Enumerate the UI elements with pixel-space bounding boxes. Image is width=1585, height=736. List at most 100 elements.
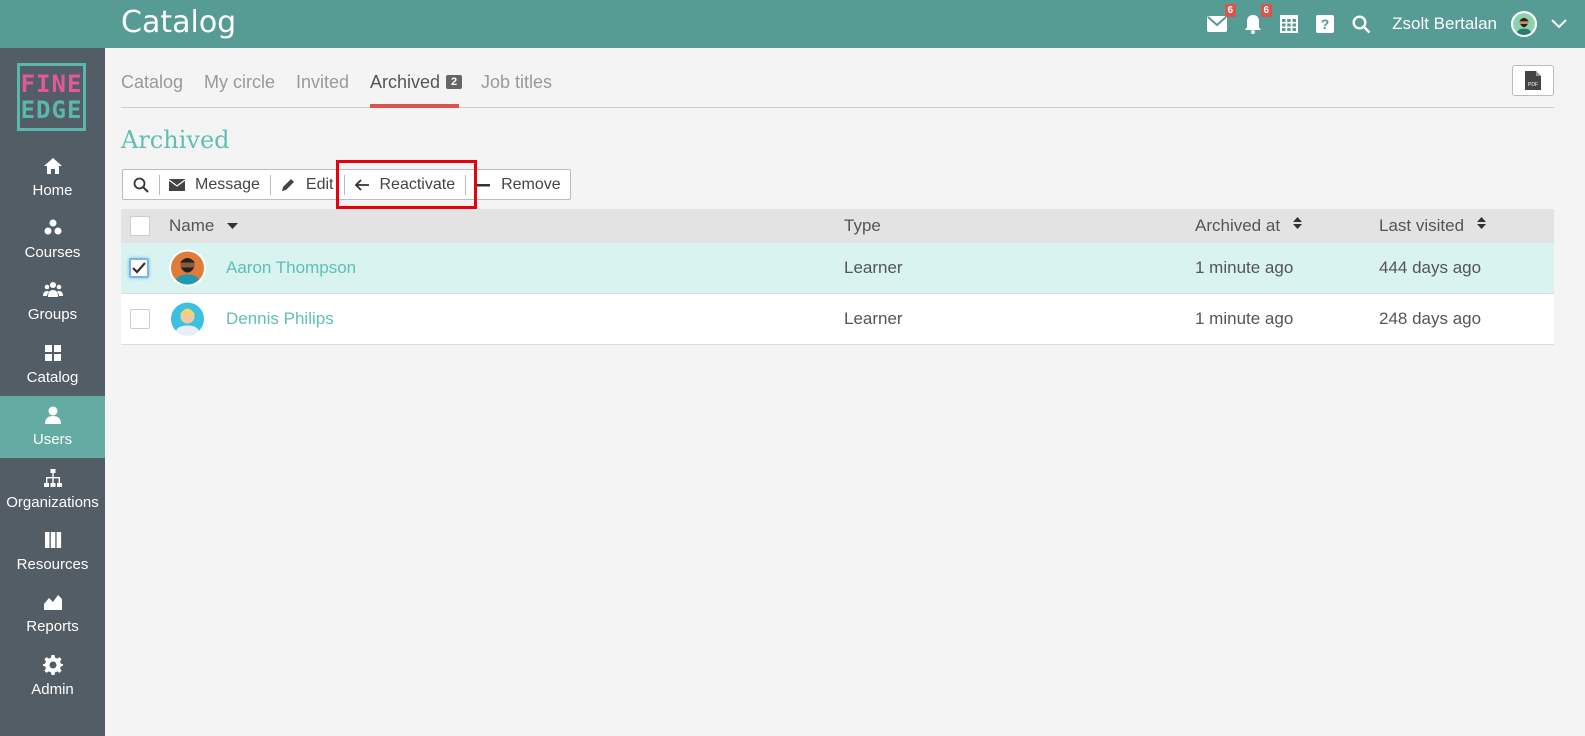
messages-button[interactable]: 6: [1206, 4, 1237, 35]
reactivate-button[interactable]: Reactivate: [343, 170, 466, 199]
sidebar-item-label: Courses: [24, 244, 81, 262]
action-toolbar: Message Edit Reactivate Remove: [122, 169, 571, 200]
archived-count-badge: 2: [446, 75, 463, 89]
top-bar: Catalog 6 6 ? Zsolt Bertalan: [0, 0, 1585, 48]
caret-down-icon: [227, 223, 239, 229]
last-visited: 444 days ago: [1379, 258, 1482, 277]
sort-icon: [1476, 217, 1486, 229]
chevron-down-icon[interactable]: [1551, 19, 1567, 29]
sort-icon: [1292, 217, 1302, 229]
calendar-icon: [1280, 15, 1299, 33]
tab-my-circle[interactable]: My circle: [204, 72, 275, 93]
table-row[interactable]: Aaron Thompson Learner 1 minute ago 444 …: [121, 243, 1554, 294]
column-header-archived-at[interactable]: Archived at: [1195, 216, 1302, 236]
tab-bar: Catalog My circle Invited Archived 2 Job …: [121, 56, 1554, 108]
bell-icon: [1245, 15, 1262, 34]
remove-button[interactable]: Remove: [465, 170, 571, 199]
sidebar-item-label: Catalog: [26, 368, 79, 386]
sidebar-item-organizations[interactable]: Organizations: [0, 458, 105, 520]
row-checkbox[interactable]: [129, 258, 149, 278]
user-type: Learner: [844, 309, 903, 328]
search-button[interactable]: [123, 170, 159, 199]
sidebar-item-admin[interactable]: Admin: [0, 645, 105, 707]
app-title: Catalog: [121, 5, 237, 40]
page-title: Archived: [121, 126, 230, 154]
help-button[interactable]: ?: [1314, 13, 1336, 35]
column-last-visited-label: Last visited: [1379, 216, 1465, 235]
pdf-file-icon: PDF: [1525, 71, 1541, 90]
sidebar-item-reports[interactable]: Reports: [0, 583, 105, 645]
sidebar-item-label: Resources: [16, 556, 89, 574]
last-visited: 248 days ago: [1379, 309, 1482, 328]
envelope-icon: [169, 178, 185, 191]
organizations-icon: [43, 468, 62, 487]
column-header-type[interactable]: Type: [844, 216, 881, 236]
reactivate-label: Reactivate: [379, 175, 456, 193]
svg-text:?: ?: [1321, 16, 1330, 32]
sidebar-item-users[interactable]: Users: [0, 395, 105, 458]
reports-icon: [43, 595, 62, 611]
sidebar-item-courses[interactable]: Courses: [0, 208, 105, 270]
courses-icon: [44, 219, 61, 235]
sidebar-item-resources[interactable]: Resources: [0, 520, 105, 582]
column-header-last-visited[interactable]: Last visited: [1379, 216, 1486, 236]
top-bar-actions: 6 6 ? Zsolt Bertalan: [1206, 0, 1567, 48]
select-all-checkbox[interactable]: [130, 216, 150, 236]
archived-at: 1 minute ago: [1195, 309, 1294, 328]
sidebar-item-label: Users: [32, 431, 73, 449]
sidebar-item-label: Home: [32, 181, 73, 199]
pencil-icon: [281, 178, 294, 191]
sidebar-item-label: Groups: [27, 306, 78, 324]
gear-icon: [42, 654, 63, 675]
user-name[interactable]: Zsolt Bertalan: [1392, 14, 1497, 34]
catalog-icon: [44, 344, 61, 361]
user-name-link[interactable]: Dennis Philips: [226, 309, 334, 329]
pdf-export-button[interactable]: PDF: [1512, 65, 1554, 96]
user-icon: [44, 406, 61, 425]
users-table: Name Type Archived at Last visited Aaron…: [121, 209, 1554, 345]
avatar: [169, 249, 206, 287]
fine-edge-logo[interactable]: FINE EDGE: [17, 63, 86, 131]
sidebar-item-groups[interactable]: Groups: [0, 271, 105, 333]
sidebar-item-label: Reports: [26, 618, 79, 636]
tab-invited[interactable]: Invited: [296, 72, 349, 93]
search-icon: [133, 177, 149, 193]
messages-badge: 6: [1224, 4, 1237, 17]
column-archived-label: Archived at: [1195, 216, 1281, 235]
row-checkbox[interactable]: [130, 309, 150, 329]
groups-icon: [42, 282, 63, 298]
home-icon: [43, 157, 62, 174]
checkmark-icon: [132, 262, 146, 274]
table-header: Name Type Archived at Last visited: [121, 209, 1554, 243]
avatar-icon: [1513, 13, 1535, 35]
calendar-button[interactable]: [1278, 13, 1300, 35]
logo-line-1: FINE: [20, 70, 83, 98]
tab-archived[interactable]: Archived 2: [370, 72, 463, 93]
active-tab-indicator: [370, 104, 459, 108]
user-name-link[interactable]: Aaron Thompson: [226, 258, 356, 278]
resources-icon: [44, 532, 61, 549]
tab-catalog[interactable]: Catalog: [121, 72, 183, 93]
sidebar: FINE EDGE Home Courses Groups Catalog Us…: [0, 0, 105, 736]
tab-job-titles[interactable]: Job titles: [481, 72, 552, 93]
column-header-name[interactable]: Name: [169, 216, 239, 236]
sidebar-item-home[interactable]: Home: [0, 146, 105, 208]
sidebar-item-catalog[interactable]: Catalog: [0, 333, 105, 395]
minus-icon: [476, 183, 491, 186]
arrow-left-icon: [354, 178, 369, 191]
man-avatar-icon: [171, 251, 204, 285]
sidebar-nav: Home Courses Groups Catalog Users Organi…: [0, 146, 105, 708]
sidebar-item-label: Admin: [31, 680, 74, 698]
user-type: Learner: [844, 258, 903, 277]
notifications-button[interactable]: 6: [1242, 4, 1273, 35]
edit-button[interactable]: Edit: [269, 170, 344, 199]
user-avatar[interactable]: [1511, 11, 1537, 37]
pdf-label: PDF: [1528, 82, 1538, 88]
remove-label: Remove: [501, 175, 561, 193]
help-icon: ?: [1316, 15, 1335, 33]
blond-avatar-icon: [171, 302, 204, 336]
sidebar-item-label: Organizations: [6, 493, 99, 511]
table-row[interactable]: Dennis Philips Learner 1 minute ago 248 …: [121, 294, 1554, 345]
message-button[interactable]: Message: [159, 170, 270, 199]
search-button[interactable]: [1350, 13, 1372, 35]
